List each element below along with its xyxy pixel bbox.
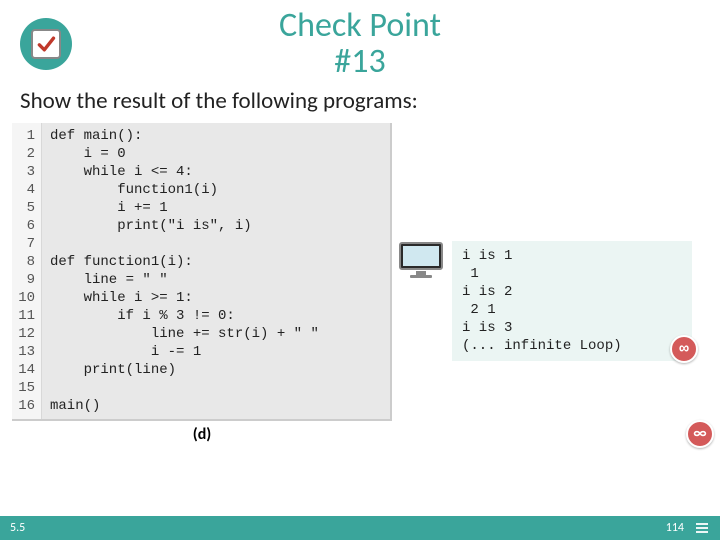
line-number: 7 (16, 235, 35, 253)
line-number: 4 (16, 181, 35, 199)
line-number: 6 (16, 217, 35, 235)
line-number: 9 (16, 271, 35, 289)
section-number: 5.5 (10, 521, 25, 535)
title-line1: Check Point (20, 8, 700, 44)
line-number: 13 (16, 343, 35, 361)
line-number: 2 (16, 145, 35, 163)
line-number: 16 (16, 397, 35, 415)
page-title: Check Point #13 (20, 8, 700, 79)
line-number: 8 (16, 253, 35, 271)
menu-icon[interactable] (694, 520, 710, 536)
monitor-icon (398, 241, 444, 281)
program-output: i is 1 1 i is 2 2 1 i is 3 (... infinite… (452, 241, 692, 361)
infinite-loop-icon: ∞ (670, 335, 698, 363)
line-number: 11 (16, 307, 35, 325)
line-number: 10 (16, 289, 35, 307)
code-body: def main(): i = 0 while i <= 4: function… (42, 123, 390, 419)
line-number: 14 (16, 361, 35, 379)
footer-bar: 5.5 114 (0, 516, 720, 540)
page-number: 114 (666, 521, 684, 535)
infinite-loop-icon: ∞ (686, 420, 714, 448)
title-line2: #13 (20, 44, 700, 80)
line-number: 12 (16, 325, 35, 343)
line-number: 3 (16, 163, 35, 181)
line-number: 1 (16, 127, 35, 145)
line-number: 15 (16, 379, 35, 397)
figure-label: (d) (12, 421, 392, 444)
line-number: 5 (16, 199, 35, 217)
question-prompt: Show the result of the following program… (0, 79, 720, 123)
line-number-gutter: 1 2 3 4 5 6 7 8 9 10 11 12 13 14 15 16 (12, 123, 42, 419)
